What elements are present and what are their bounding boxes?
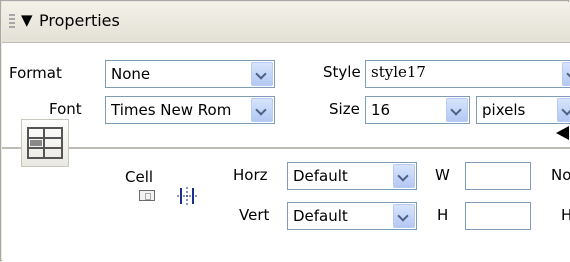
format-value: None bbox=[111, 65, 151, 83]
font-select[interactable]: Times New Rom bbox=[105, 96, 275, 124]
table-cell-icon bbox=[21, 119, 69, 167]
h-label: H bbox=[437, 206, 449, 224]
properties-panel: ▼ Properties Format None Style style17 F… bbox=[0, 0, 570, 262]
font-value: Times New Rom bbox=[111, 101, 232, 119]
style-label: Style bbox=[323, 63, 361, 81]
chevron-down-icon[interactable] bbox=[562, 62, 570, 86]
panel-title-bar[interactable]: ▼ Properties bbox=[2, 2, 570, 43]
style-select[interactable]: style17 bbox=[365, 60, 570, 88]
size-value: 16 bbox=[371, 101, 391, 119]
horz-label: Horz bbox=[233, 166, 268, 184]
vert-select[interactable]: Default bbox=[287, 202, 417, 230]
chevron-down-icon[interactable] bbox=[251, 98, 273, 122]
format-label: Format bbox=[9, 64, 62, 82]
style-value: style17 bbox=[371, 63, 426, 81]
chevron-down-icon[interactable] bbox=[557, 98, 570, 122]
split-cell-icon[interactable] bbox=[176, 186, 198, 206]
no-wrap-label: No bbox=[551, 166, 570, 184]
mouse-pointer-icon bbox=[556, 126, 569, 140]
chevron-down-icon[interactable] bbox=[251, 62, 273, 86]
chevron-down-icon[interactable] bbox=[393, 204, 415, 228]
vert-value: Default bbox=[293, 207, 348, 225]
panel-body: Format None Style style17 Font Times New… bbox=[2, 43, 570, 262]
merge-cells-icon[interactable] bbox=[139, 190, 155, 201]
unit-value: pixels bbox=[482, 101, 526, 119]
size-select[interactable]: 16 bbox=[365, 96, 470, 124]
unit-select[interactable]: pixels bbox=[476, 96, 570, 124]
triangle-down-icon[interactable]: ▼ bbox=[21, 11, 33, 29]
size-label: Size bbox=[329, 100, 360, 118]
width-input[interactable] bbox=[465, 162, 531, 190]
horz-select[interactable]: Default bbox=[287, 162, 417, 190]
w-label: W bbox=[435, 166, 450, 184]
chevron-down-icon[interactable] bbox=[446, 98, 468, 122]
height-input[interactable] bbox=[465, 202, 531, 230]
horz-value: Default bbox=[293, 167, 348, 185]
vert-label: Vert bbox=[239, 206, 270, 224]
chevron-down-icon[interactable] bbox=[393, 164, 415, 188]
font-label: Font bbox=[49, 100, 82, 118]
cell-label: Cell bbox=[125, 168, 154, 186]
section-divider bbox=[2, 147, 570, 149]
format-select[interactable]: None bbox=[105, 60, 275, 88]
panel-title: Properties bbox=[39, 11, 120, 30]
grip-handle[interactable] bbox=[9, 14, 15, 30]
header-label: H bbox=[561, 206, 570, 224]
